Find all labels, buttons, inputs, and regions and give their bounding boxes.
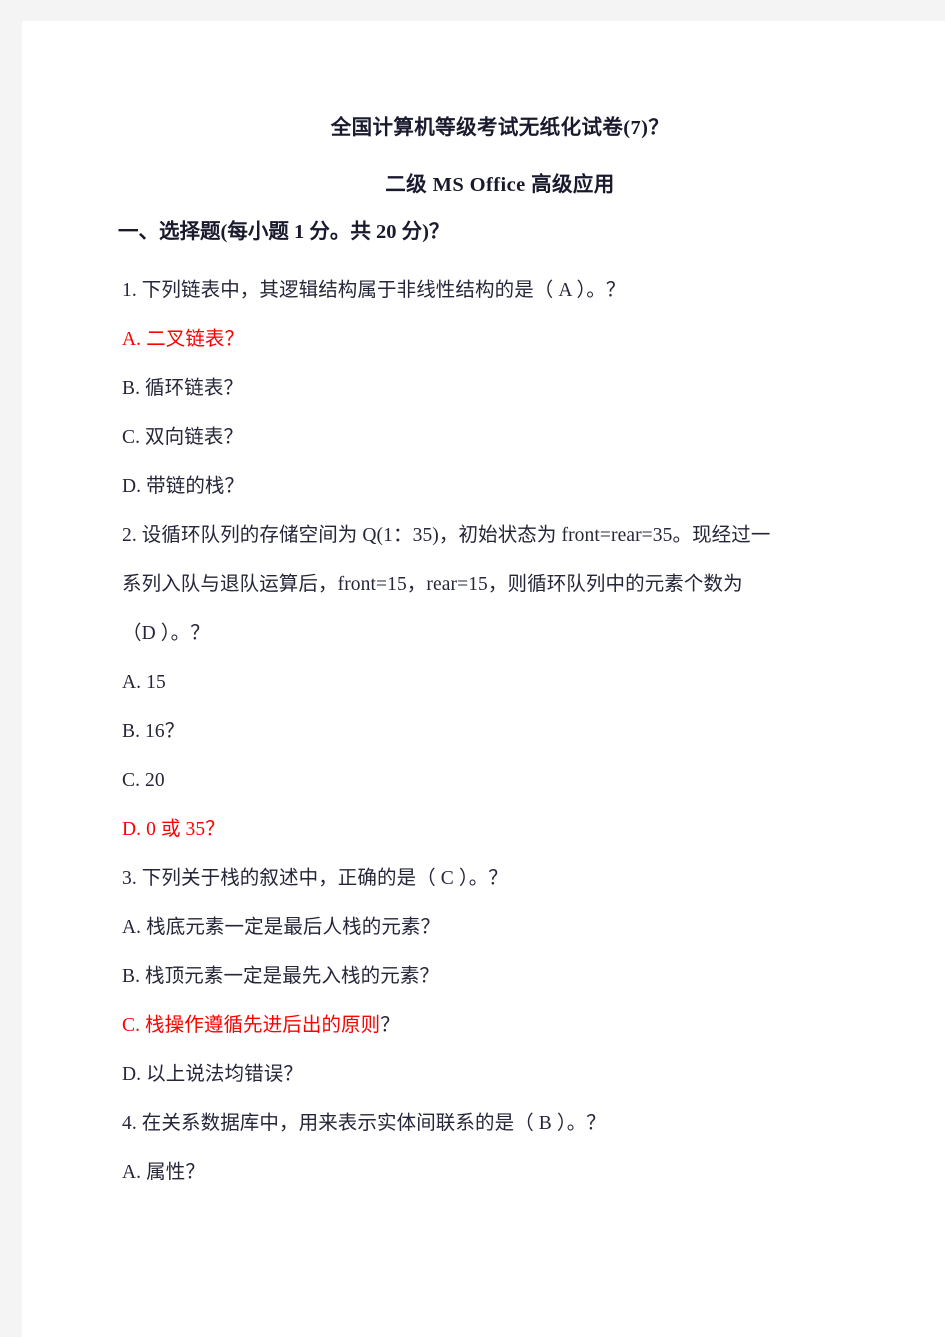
- q2-opt-d: D. 0 或 35？: [122, 805, 900, 854]
- q3-opt-b-text: B. 栈顶元素一定是最先入栈的元素？: [122, 966, 440, 987]
- q3-opt-c-trailing-mark: ？: [380, 1015, 400, 1036]
- q2-opt-b: B. 16？: [122, 707, 900, 756]
- q2-stem-3-text: （D ）。？: [122, 623, 210, 644]
- q1-opt-a: A. 二叉链表？: [122, 315, 900, 364]
- q3-opt-a: A. 栈底元素一定是最后人栈的元素？: [122, 903, 900, 952]
- q1-opt-b-text: B. 循环链表？: [122, 378, 244, 399]
- q3-opt-b: B. 栈顶元素一定是最先入栈的元素？: [122, 952, 900, 1001]
- q3-opt-a-text: A. 栈底元素一定是最后人栈的元素？: [122, 917, 441, 938]
- page-content-area: 全国计算机等级考试无纸化试卷(7)？ 二级 MS Office 高级应用 一、选…: [100, 21, 900, 1337]
- q3-opt-d-text: D. 以上说法均错误？: [122, 1064, 303, 1085]
- q2-opt-c: C. 20: [122, 756, 900, 805]
- q3-opt-c: C. 栈操作遵循先进后出的原则？: [122, 1001, 900, 1050]
- q1-opt-c-text: C. 双向链表？: [122, 427, 244, 448]
- q1-opt-d: D. 带链的栈？: [122, 462, 900, 511]
- document-title: 全国计算机等级考试无纸化试卷(7)？: [330, 117, 670, 139]
- q4-stem: 4. 在关系数据库中，用来表示实体间联系的是（ B ）。？: [122, 1099, 900, 1148]
- q2-opt-b-text: B. 16？: [122, 721, 185, 742]
- q4-opt-a-text: A. 属性？: [122, 1162, 205, 1183]
- q2-stem-1-text: 2. 设循环队列的存储空间为 Q(1：35)，初始状态为 front=rear=…: [122, 525, 771, 546]
- q1-opt-d-text: D. 带链的栈？: [122, 476, 245, 497]
- q3-opt-c-text: C. 栈操作遵循先进后出的原则: [122, 1015, 381, 1036]
- q3-opt-d: D. 以上说法均错误？: [122, 1050, 900, 1099]
- q2-opt-a: A. 15: [122, 658, 900, 707]
- q1-opt-a-text: A. 二叉链表？: [122, 329, 245, 350]
- q4-stem-text: 4. 在关系数据库中，用来表示实体间联系的是（ B ）。？: [122, 1113, 606, 1134]
- q3-stem-text: 3. 下列关于栈的叙述中，正确的是（ C ）。？: [122, 868, 508, 889]
- q2-opt-d-text: D. 0 或 35？: [122, 819, 225, 840]
- q2-opt-c-text: C. 20: [122, 770, 165, 791]
- q2-stem-2-text: 系列入队与退队运算后，front=15，rear=15，则循环队列中的元素个数为: [122, 574, 743, 595]
- section-heading-multiple-choice: 一、选择题(每小题 1 分。共 20 分)？: [118, 221, 450, 243]
- q2-stem-3: （D ）。？: [122, 609, 900, 658]
- document-page: 全国计算机等级考试无纸化试卷(7)？ 二级 MS Office 高级应用 一、选…: [22, 21, 945, 1337]
- q1-opt-c: C. 双向链表？: [122, 413, 900, 462]
- document-subtitle: 二级 MS Office 高级应用: [385, 174, 615, 196]
- q2-opt-a-text: A. 15: [122, 672, 166, 693]
- q1-stem-text: 1. 下列链表中，其逻辑结构属于非线性结构的是（ A ）。？: [122, 280, 626, 301]
- q3-stem: 3. 下列关于栈的叙述中，正确的是（ C ）。？: [122, 854, 900, 903]
- q1-opt-b: B. 循环链表？: [122, 364, 900, 413]
- q4-opt-a: A. 属性？: [122, 1148, 900, 1197]
- q2-stem-1: 2. 设循环队列的存储空间为 Q(1：35)，初始状态为 front=rear=…: [122, 511, 900, 560]
- question-list: 1. 下列链表中，其逻辑结构属于非线性结构的是（ A ）。？ A. 二叉链表？ B.…: [122, 266, 900, 1197]
- q1-stem: 1. 下列链表中，其逻辑结构属于非线性结构的是（ A ）。？: [122, 266, 900, 315]
- q2-stem-2: 系列入队与退队运算后，front=15，rear=15，则循环队列中的元素个数为: [122, 560, 900, 609]
